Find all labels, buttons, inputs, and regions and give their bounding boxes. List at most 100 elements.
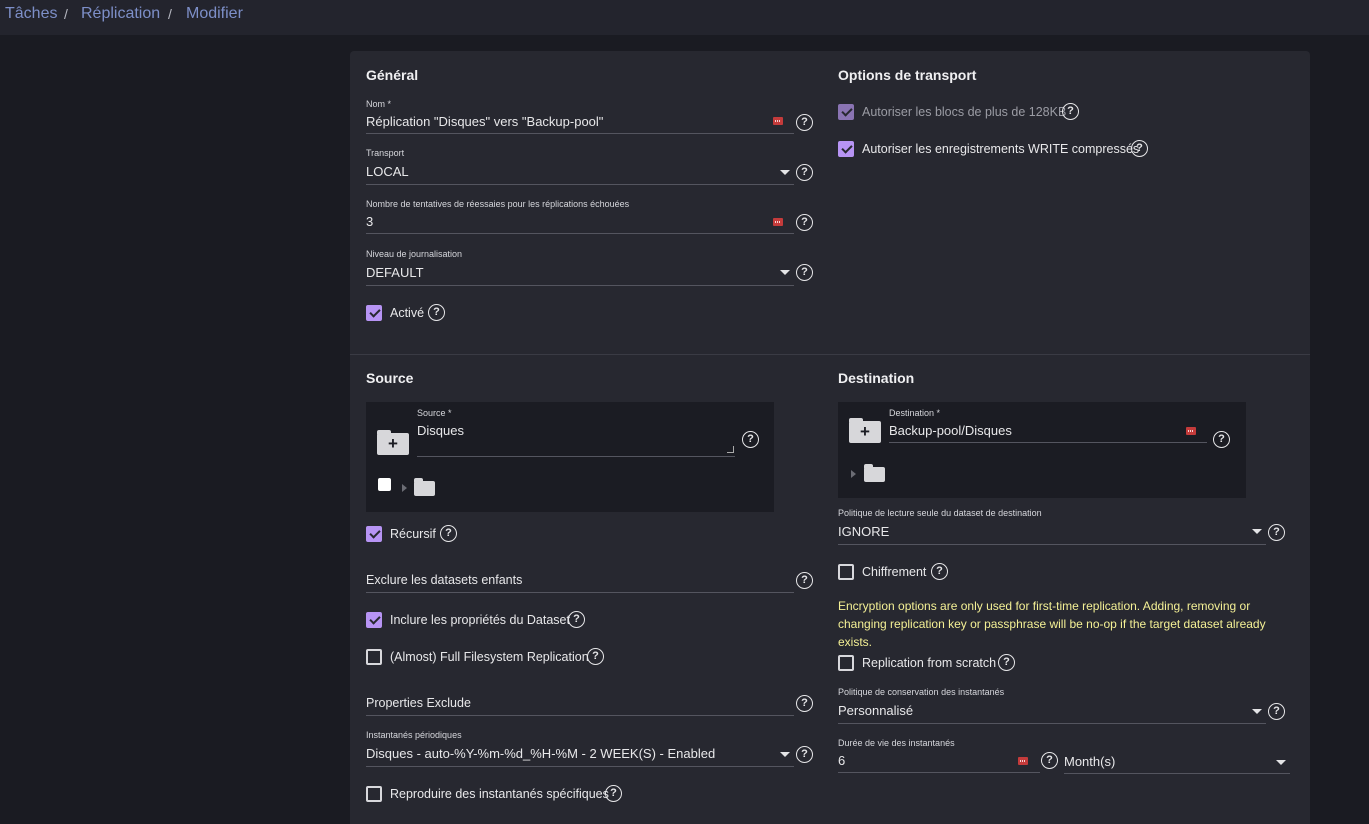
caret-down-icon[interactable] [780,170,790,175]
transport-options-section-title: Options de transport [838,67,977,83]
help-icon[interactable]: ? [796,695,813,712]
transport-select[interactable]: LOCAL [366,164,409,179]
exclude-children-underline [366,592,794,593]
name-underline [366,133,794,134]
transport-underline [366,184,794,185]
help-icon[interactable]: ? [998,654,1015,671]
compressed-checkbox[interactable] [838,141,854,157]
properties-exclude-input[interactable]: Properties Exclude [366,696,471,710]
lifetime-label: Durée de vie des instantanés [838,738,955,748]
help-icon[interactable]: ? [796,214,813,231]
caret-down-icon[interactable] [780,270,790,275]
help-icon[interactable]: ? [931,563,948,580]
top-bar: Tâches / Réplication / Modifier [0,0,1369,35]
readonly-policy-underline [838,544,1266,545]
help-icon[interactable]: ? [1041,752,1058,769]
log-level-underline [366,285,794,286]
help-icon[interactable]: ? [440,525,457,542]
caret-down-icon[interactable] [1252,709,1262,714]
log-level-field-label: Niveau de journalisation [366,249,463,259]
textarea-resize-handle[interactable] [727,446,734,453]
transport-field-label: Transport [366,148,405,158]
source-tree-checkbox[interactable] [378,478,391,491]
help-icon[interactable]: ? [796,572,813,589]
general-section-title: Général [366,67,419,83]
breadcrumb-replication[interactable]: Réplication [81,5,160,23]
large-block-checkbox[interactable] [838,104,854,120]
include-props-checkbox[interactable] [366,612,382,628]
caret-down-icon[interactable] [1252,529,1262,534]
periodic-snapshots-select[interactable]: Disques - auto-%Y-%m-%d_%H-%M - 2 WEEK(S… [366,746,715,761]
large-block-label: Autoriser les blocs de plus de 128KB [862,105,1067,119]
exclude-children-input[interactable]: Exclure les datasets enfants [366,573,522,587]
help-icon[interactable]: ? [587,648,604,665]
expand-triangle-icon[interactable] [851,470,856,478]
help-icon[interactable]: ? [1213,431,1230,448]
lifetime-underline [838,772,1040,773]
folder-icon[interactable] [414,478,435,496]
keypad-icon [773,218,783,226]
help-icon[interactable]: ? [796,164,813,181]
folder-plus-sign: + [860,422,870,441]
readonly-policy-select[interactable]: IGNORE [838,524,889,539]
expand-triangle-icon[interactable] [402,484,407,492]
help-icon[interactable]: ? [605,785,622,802]
encryption-checkbox[interactable] [838,564,854,580]
full-fs-checkbox[interactable] [366,649,382,665]
retention-policy-underline [838,723,1266,724]
encryption-note: Encryption options are only used for fir… [838,599,1266,649]
keypad-icon [1186,427,1196,435]
caret-down-icon[interactable] [1276,760,1286,765]
recursive-checkbox[interactable] [366,526,382,542]
log-level-select[interactable]: DEFAULT [366,265,424,280]
encryption-label: Chiffrement [862,565,927,579]
properties-exclude-underline [366,715,794,716]
compressed-label: Autoriser les enregistrements WRITE comp… [862,142,1140,156]
keypad-icon [773,117,783,125]
help-icon[interactable]: ? [1268,524,1285,541]
help-icon[interactable]: ? [1131,140,1148,157]
readonly-policy-label: Politique de lecture seule du dataset de… [838,508,1042,518]
lifetime-unit-select[interactable]: Month(s) [1064,754,1115,769]
breadcrumb-taches[interactable]: Tâches [5,5,57,23]
retries-field-label: Nombre de tentatives de réessaies pour l… [366,199,630,209]
from-scratch-checkbox[interactable] [838,655,854,671]
source-field-label: Source * [417,408,452,418]
name-field-label: Nom * [366,99,392,109]
caret-down-icon[interactable] [780,752,790,757]
retention-policy-select[interactable]: Personnalisé [838,703,913,718]
destination-underline [889,442,1207,443]
retries-input[interactable]: 3 [366,214,373,229]
help-icon[interactable]: ? [796,114,813,131]
periodic-snapshots-underline [366,766,794,767]
lifetime-input[interactable]: 6 [838,753,845,768]
name-input[interactable]: Réplication "Disques" vers "Backup-pool" [366,114,603,129]
replicate-specific-label: Reproduire des instantanés spécifiques [390,787,609,801]
help-icon[interactable]: ? [1062,103,1079,120]
keypad-icon [1018,757,1028,765]
help-icon[interactable]: ? [796,746,813,763]
help-icon[interactable]: ? [428,304,445,321]
periodic-snapshots-label: Instantanés périodiques [366,730,462,740]
help-icon[interactable]: ? [568,611,585,628]
replicate-specific-checkbox[interactable] [366,786,382,802]
destination-input[interactable]: Backup-pool/Disques [889,423,1012,438]
breadcrumb-modifier: Modifier [186,5,243,22]
help-icon[interactable]: ? [1268,703,1285,720]
help-icon[interactable]: ? [796,264,813,281]
source-underline [417,456,735,457]
section-divider [350,354,1310,355]
enabled-checkbox[interactable] [366,305,382,321]
help-icon[interactable]: ? [742,431,759,448]
include-props-label: Inclure les propriétés du Dataset [390,613,570,627]
destination-field-label: Destination * [889,408,941,418]
retention-policy-label: Politique de conservation des instantané… [838,687,1005,697]
destination-section-title: Destination [838,370,915,386]
enabled-label: Activé [390,306,425,320]
source-section-title: Source [366,370,414,386]
from-scratch-label: Replication from scratch [862,656,997,670]
folder-icon[interactable] [864,464,885,482]
lifetime-unit-underline [1064,773,1290,774]
source-input[interactable]: Disques [417,423,464,438]
breadcrumb-separator: / [168,6,172,22]
